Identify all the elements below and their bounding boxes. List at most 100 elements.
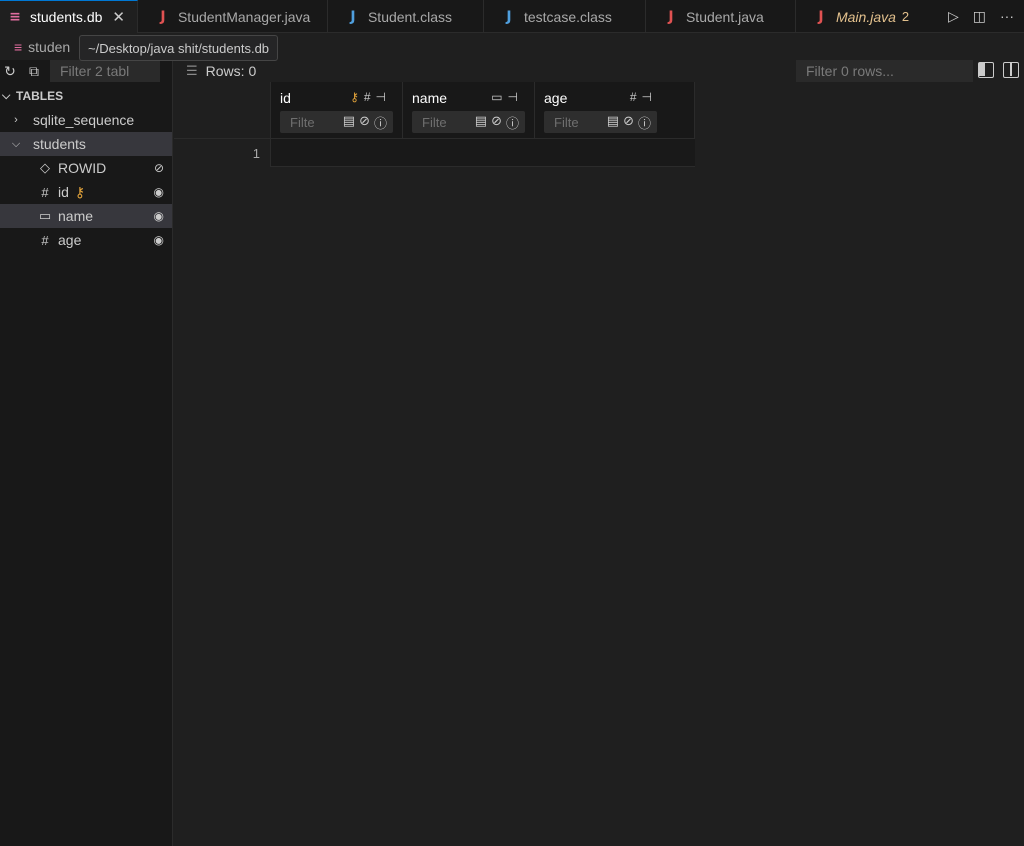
chevron-right-icon: › — [14, 114, 18, 126]
tab-students-db[interactable]: ≡ students.db ✕ — [0, 0, 138, 33]
tab-label: Student.class — [367, 8, 453, 25]
filter-actions: ▤ ⊘ ⓘ — [607, 113, 651, 132]
run-icon[interactable]: ▷ — [948, 8, 959, 25]
tab-student-class[interactable]: J Student.class — [328, 0, 484, 33]
chevron-down-icon: ⌵ — [2, 89, 11, 102]
column-name: id — [58, 184, 69, 200]
tab-label: StudentManager.java — [177, 8, 311, 25]
column-title: name — [412, 90, 448, 106]
table-item-sqlite-sequence[interactable]: › sqlite_sequence — [0, 108, 172, 132]
path-tooltip: ~/Desktop/java shit/students.db — [79, 35, 279, 61]
java-icon: J — [668, 8, 674, 25]
text-icon: ▭ — [38, 208, 52, 223]
tab-student-java[interactable]: J Student.java — [646, 0, 796, 33]
alert-icon[interactable]: ⓘ — [374, 113, 387, 132]
refresh-icon[interactable]: ↻ — [2, 63, 18, 80]
hash-icon: # — [629, 90, 637, 104]
table-item-students[interactable]: ⌵ students — [0, 132, 172, 156]
tab-label: Main.java — [835, 8, 896, 25]
column-title: id — [280, 90, 291, 106]
java-icon: J — [160, 8, 166, 25]
filter-placeholder: Filte — [554, 114, 579, 130]
row-number: 1 — [174, 139, 271, 167]
row-number-header — [174, 82, 271, 139]
hash-icon: # — [363, 90, 371, 104]
close-icon[interactable]: ✕ — [112, 8, 125, 26]
collapse-all-icon[interactable]: ⧉ — [26, 63, 42, 80]
key-icon: ⚷ — [350, 90, 359, 104]
column-filter-input[interactable]: Filte ▤ ⊘ ⓘ — [280, 111, 393, 133]
editor-actions: ▷ ◫ ··· — [948, 0, 1024, 32]
split-layout-icon[interactable] — [1003, 62, 1019, 78]
tables-filter-input[interactable]: Filter 2 tabl — [50, 60, 160, 82]
column-filter-input[interactable]: Filte ▤ ⊘ ⓘ — [544, 111, 657, 133]
null-icon[interactable]: ⊘ — [359, 113, 370, 132]
list-icon[interactable]: ▤ — [343, 113, 355, 132]
pin-icon[interactable]: ⊣ — [508, 90, 518, 104]
hash-icon: # — [41, 184, 49, 200]
grid-header: id ⚷ # ⊣ Filte ▤ ⊘ ⓘ name ▭ ⊣ Filte ▤ ⊘ … — [174, 82, 695, 139]
alert-icon[interactable]: ⓘ — [506, 113, 519, 132]
column-item-age[interactable]: # age ◉ — [0, 228, 172, 252]
column-name: ROWID — [58, 160, 107, 176]
pin-icon[interactable]: ⊣ — [376, 90, 386, 104]
pin-icon[interactable]: ⊣ — [642, 90, 652, 104]
table-viewer: ☰ Rows: 0 Filter 0 rows... id ⚷ # ⊣ Filt… — [174, 60, 1024, 846]
sidebar: ↻ ⧉ Filter 2 tabl ⌵ TABLES › sqlite_sequ… — [0, 60, 173, 846]
editor-tab-bar: ≡ students.db ✕ J StudentManager.java J … — [0, 0, 1024, 33]
eye-icon[interactable]: ◉ — [154, 233, 164, 247]
column-name: age — [58, 232, 82, 248]
section-title: TABLES — [16, 89, 64, 103]
sidebar-toolbar: ↻ ⧉ Filter 2 tabl — [0, 60, 172, 82]
alert-icon[interactable]: ⓘ — [638, 113, 651, 132]
row-cells[interactable] — [271, 139, 695, 167]
null-icon[interactable]: ⊘ — [491, 113, 502, 132]
filter-placeholder: Filte — [422, 114, 447, 130]
tab-label: students.db — [30, 9, 103, 25]
breadcrumb-item[interactable]: studen — [28, 39, 70, 55]
rows-filter-input[interactable]: Filter 0 rows... — [796, 60, 973, 82]
database-icon: ≡ — [14, 38, 23, 55]
filter-placeholder: Filte — [290, 114, 315, 130]
problems-badge: 2 — [901, 9, 910, 24]
table-row[interactable]: 1 — [174, 139, 695, 167]
column-header-name[interactable]: name ▭ ⊣ Filte ▤ ⊘ ⓘ — [403, 82, 535, 139]
column-icons: # ⊣ — [630, 90, 652, 104]
tag-icon: ◇ — [40, 160, 50, 175]
java-class-icon: J — [506, 8, 512, 25]
java-class-icon: J — [350, 8, 356, 25]
column-title: age — [544, 90, 568, 106]
column-icons: ▭ ⊣ — [491, 90, 518, 104]
column-filter-input[interactable]: Filte ▤ ⊘ ⓘ — [412, 111, 525, 133]
list-icon[interactable]: ▤ — [475, 113, 487, 132]
rows-count: Rows: 0 — [205, 63, 257, 79]
column-name: name — [58, 208, 94, 224]
tables-section-header[interactable]: ⌵ TABLES — [0, 84, 172, 108]
key-icon: ⚷ — [74, 183, 86, 200]
column-item-name[interactable]: ▭ name ◉ — [0, 204, 172, 228]
eye-icon[interactable]: ◉ — [154, 209, 164, 223]
column-icons: ⚷ # ⊣ — [350, 90, 386, 104]
tab-studentmanager-java[interactable]: J StudentManager.java — [138, 0, 328, 33]
null-icon[interactable]: ⊘ — [623, 113, 634, 132]
more-actions-icon[interactable]: ··· — [1000, 8, 1014, 24]
column-header-age[interactable]: age # ⊣ Filte ▤ ⊘ ⓘ — [535, 82, 695, 139]
data-grid: id ⚷ # ⊣ Filte ▤ ⊘ ⓘ name ▭ ⊣ Filte ▤ ⊘ … — [174, 82, 695, 167]
split-editor-icon[interactable]: ◫ — [973, 8, 986, 25]
hash-icon: # — [41, 232, 49, 248]
tab-label: Student.java — [685, 8, 764, 25]
list-icon[interactable]: ▤ — [607, 113, 619, 132]
column-item-id[interactable]: # id ⚷ ◉ — [0, 180, 172, 204]
tab-label: testcase.class — [523, 8, 612, 25]
tab-main-java[interactable]: J Main.java 2 — [796, 0, 921, 33]
eye-icon[interactable]: ◉ — [154, 185, 164, 199]
column-header-id[interactable]: id ⚷ # ⊣ Filte ▤ ⊘ ⓘ — [271, 82, 403, 139]
column-item-rowid[interactable]: ◇ ROWID ⊘ — [0, 156, 172, 180]
filter-actions: ▤ ⊘ ⓘ — [343, 113, 387, 132]
sidebar-layout-icon[interactable] — [978, 62, 994, 78]
tab-testcase-class[interactable]: J testcase.class — [484, 0, 646, 33]
chevron-down-icon: ⌵ — [11, 137, 21, 150]
eye-off-icon[interactable]: ⊘ — [154, 161, 164, 175]
text-icon: ▭ — [491, 90, 503, 104]
table-name: sqlite_sequence — [33, 112, 135, 128]
